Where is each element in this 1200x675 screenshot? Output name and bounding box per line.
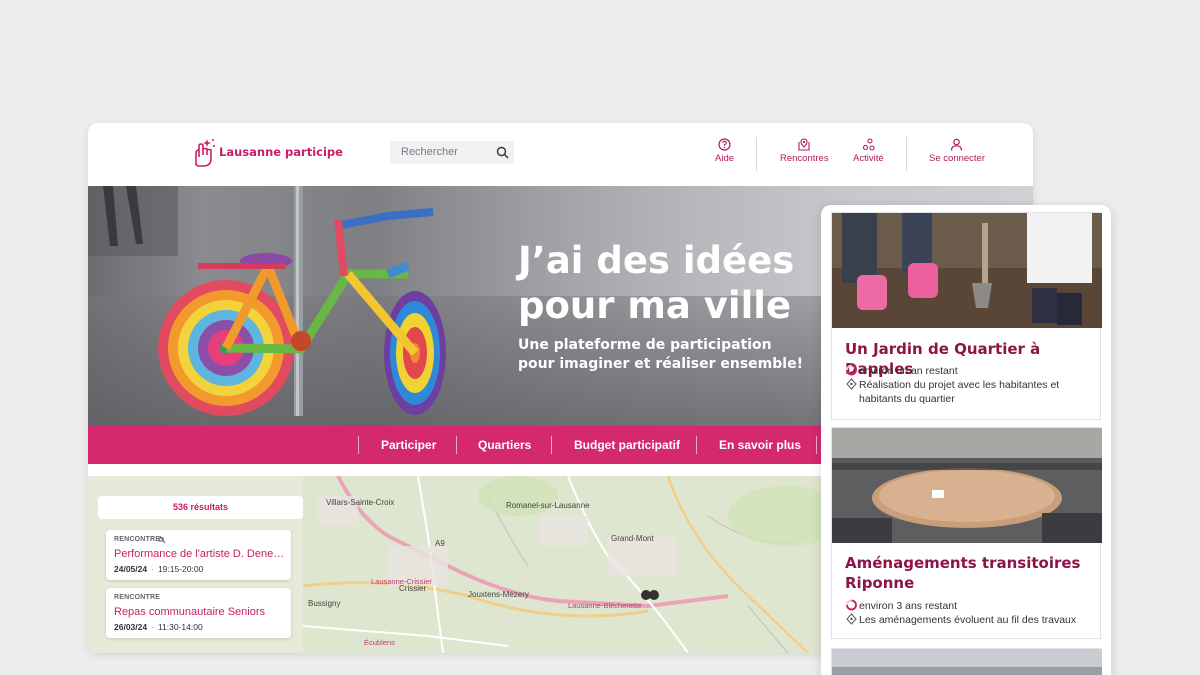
card-date: 24/05/24 <box>114 564 148 574</box>
divider <box>816 436 817 454</box>
map-label: Villars-Sainte-Croix <box>326 498 395 507</box>
hero-subtitle: Une plateforme de participation pour ima… <box>518 336 818 374</box>
card-type: RENCONTRE <box>114 536 161 543</box>
card-title: Performance de l'artiste D. Dene… <box>114 548 285 560</box>
progress-ring-icon <box>846 364 857 376</box>
map-label: Lausanne-Blécherette <box>568 601 642 610</box>
card-datetime: 24/05/24 · 19:15-20:00 <box>114 564 204 574</box>
divider <box>456 436 457 454</box>
nav-learn-more[interactable]: En savoir plus <box>719 438 801 452</box>
hero-title-line: J’ai des idées <box>518 239 795 282</box>
card-time: 11:30-14:00 <box>157 622 203 632</box>
map-label: Jouxtens-Mézery <box>468 590 529 599</box>
project-title: Aménagements transitoires Riponne <box>845 553 1080 593</box>
hero-title: J’ai des idées pour ma ville <box>518 238 838 328</box>
meetings-icon <box>798 138 810 151</box>
results-count: 536 résultats <box>98 496 303 519</box>
nav-meetings[interactable]: Rencontres <box>780 138 829 164</box>
project-image <box>832 649 1102 675</box>
remaining-text: environ un an restant <box>859 365 958 377</box>
activity-icon <box>862 138 875 151</box>
card-time: 19:15-20:00 <box>157 564 204 574</box>
card-type: RENCONTRE <box>114 594 161 601</box>
divider <box>756 137 757 171</box>
mobile-screen: Un Jardin de Quartier à Dapples environ … <box>821 205 1111 675</box>
step-icon <box>846 378 857 390</box>
map-label: Grand-Mont <box>611 534 654 543</box>
list-item[interactable]: RENCONTRE Performance de l'artiste D. De… <box>106 530 291 580</box>
nav-meetings-label: Rencontres <box>780 153 829 164</box>
step-text-line: habitants du quartier <box>859 393 955 405</box>
project-image <box>832 213 1102 328</box>
map-label: A9 <box>435 539 445 548</box>
video-off-icon <box>158 535 166 544</box>
step-text-line: Réalisation du projet avec les habitante… <box>859 379 1060 391</box>
logo-hand-icon <box>195 139 215 167</box>
search-placeholder: Rechercher <box>401 146 458 158</box>
map-label: Bussigny <box>308 599 341 608</box>
map-label: Lausanne-Crissier <box>371 577 432 586</box>
project-card[interactable] <box>831 648 1102 675</box>
project-remaining: environ un an restant <box>845 364 958 378</box>
site-header: Lausanne participe Rechercher Aide Renco… <box>88 123 1033 186</box>
results-panel: 536 résultats RENCONTRE Performance de l… <box>98 496 303 653</box>
hero-subtitle-line: pour imaginer et réaliser ensemble! <box>518 356 803 372</box>
nav-participate[interactable]: Participer <box>381 438 436 452</box>
project-card[interactable]: Aménagements transitoires Riponne enviro… <box>831 427 1102 639</box>
hero-subtitle-line: Une plateforme de participation <box>518 337 772 353</box>
divider <box>358 436 359 454</box>
project-card[interactable]: Un Jardin de Quartier à Dapples environ … <box>831 212 1102 420</box>
nav-help-label: Aide <box>715 153 735 164</box>
logo-text: Lausanne participe <box>219 145 343 159</box>
nav-budget[interactable]: Budget participatif <box>574 438 680 452</box>
map-label: Écublens <box>364 638 395 647</box>
site-logo[interactable]: Lausanne participe <box>191 135 343 169</box>
riponne-photo <box>832 428 1102 543</box>
nav-activity-label: Activité <box>853 153 884 164</box>
project-remaining: environ 3 ans restant <box>845 599 957 613</box>
project-step: Réalisation du projet avec les habitante… <box>845 378 1059 406</box>
list-item[interactable]: RENCONTRE Repas communautaire Seniors 26… <box>106 588 291 638</box>
divider <box>696 436 697 454</box>
nav-neighbourhoods[interactable]: Quartiers <box>478 438 531 452</box>
nav-login[interactable]: Se connecter <box>929 138 985 164</box>
card-date: 26/03/24 <box>114 622 148 632</box>
nav-activity[interactable]: Activité <box>853 138 884 164</box>
search-input[interactable]: Rechercher <box>390 141 514 164</box>
garden-photo <box>832 213 1102 328</box>
card-title: Repas communautaire Seniors <box>114 606 266 618</box>
project-image <box>832 428 1102 543</box>
project-title-line: Riponne <box>845 574 915 592</box>
user-icon <box>951 138 963 151</box>
step-text-line: Les aménagements évoluent au fil des tra… <box>859 614 1077 626</box>
remaining-text: environ 3 ans restant <box>859 600 958 612</box>
project-title-line: Aménagements transitoires <box>845 554 1081 572</box>
divider <box>906 137 907 171</box>
nav-login-label: Se connecter <box>929 153 985 164</box>
help-icon <box>718 138 731 151</box>
card-datetime: 26/03/24 · 11:30-14:00 <box>114 622 203 632</box>
nav-help[interactable]: Aide <box>715 138 734 164</box>
divider <box>551 436 552 454</box>
search-icon[interactable] <box>496 146 509 159</box>
hero-title-line: pour ma ville <box>518 284 792 327</box>
map-label: Romanel-sur-Lausanne <box>506 501 590 510</box>
progress-ring-icon <box>846 599 857 611</box>
step-icon <box>846 613 857 625</box>
crochet-bicycle-image <box>88 186 446 416</box>
project-step: Les aménagements évoluent au fil des tra… <box>845 613 1076 627</box>
